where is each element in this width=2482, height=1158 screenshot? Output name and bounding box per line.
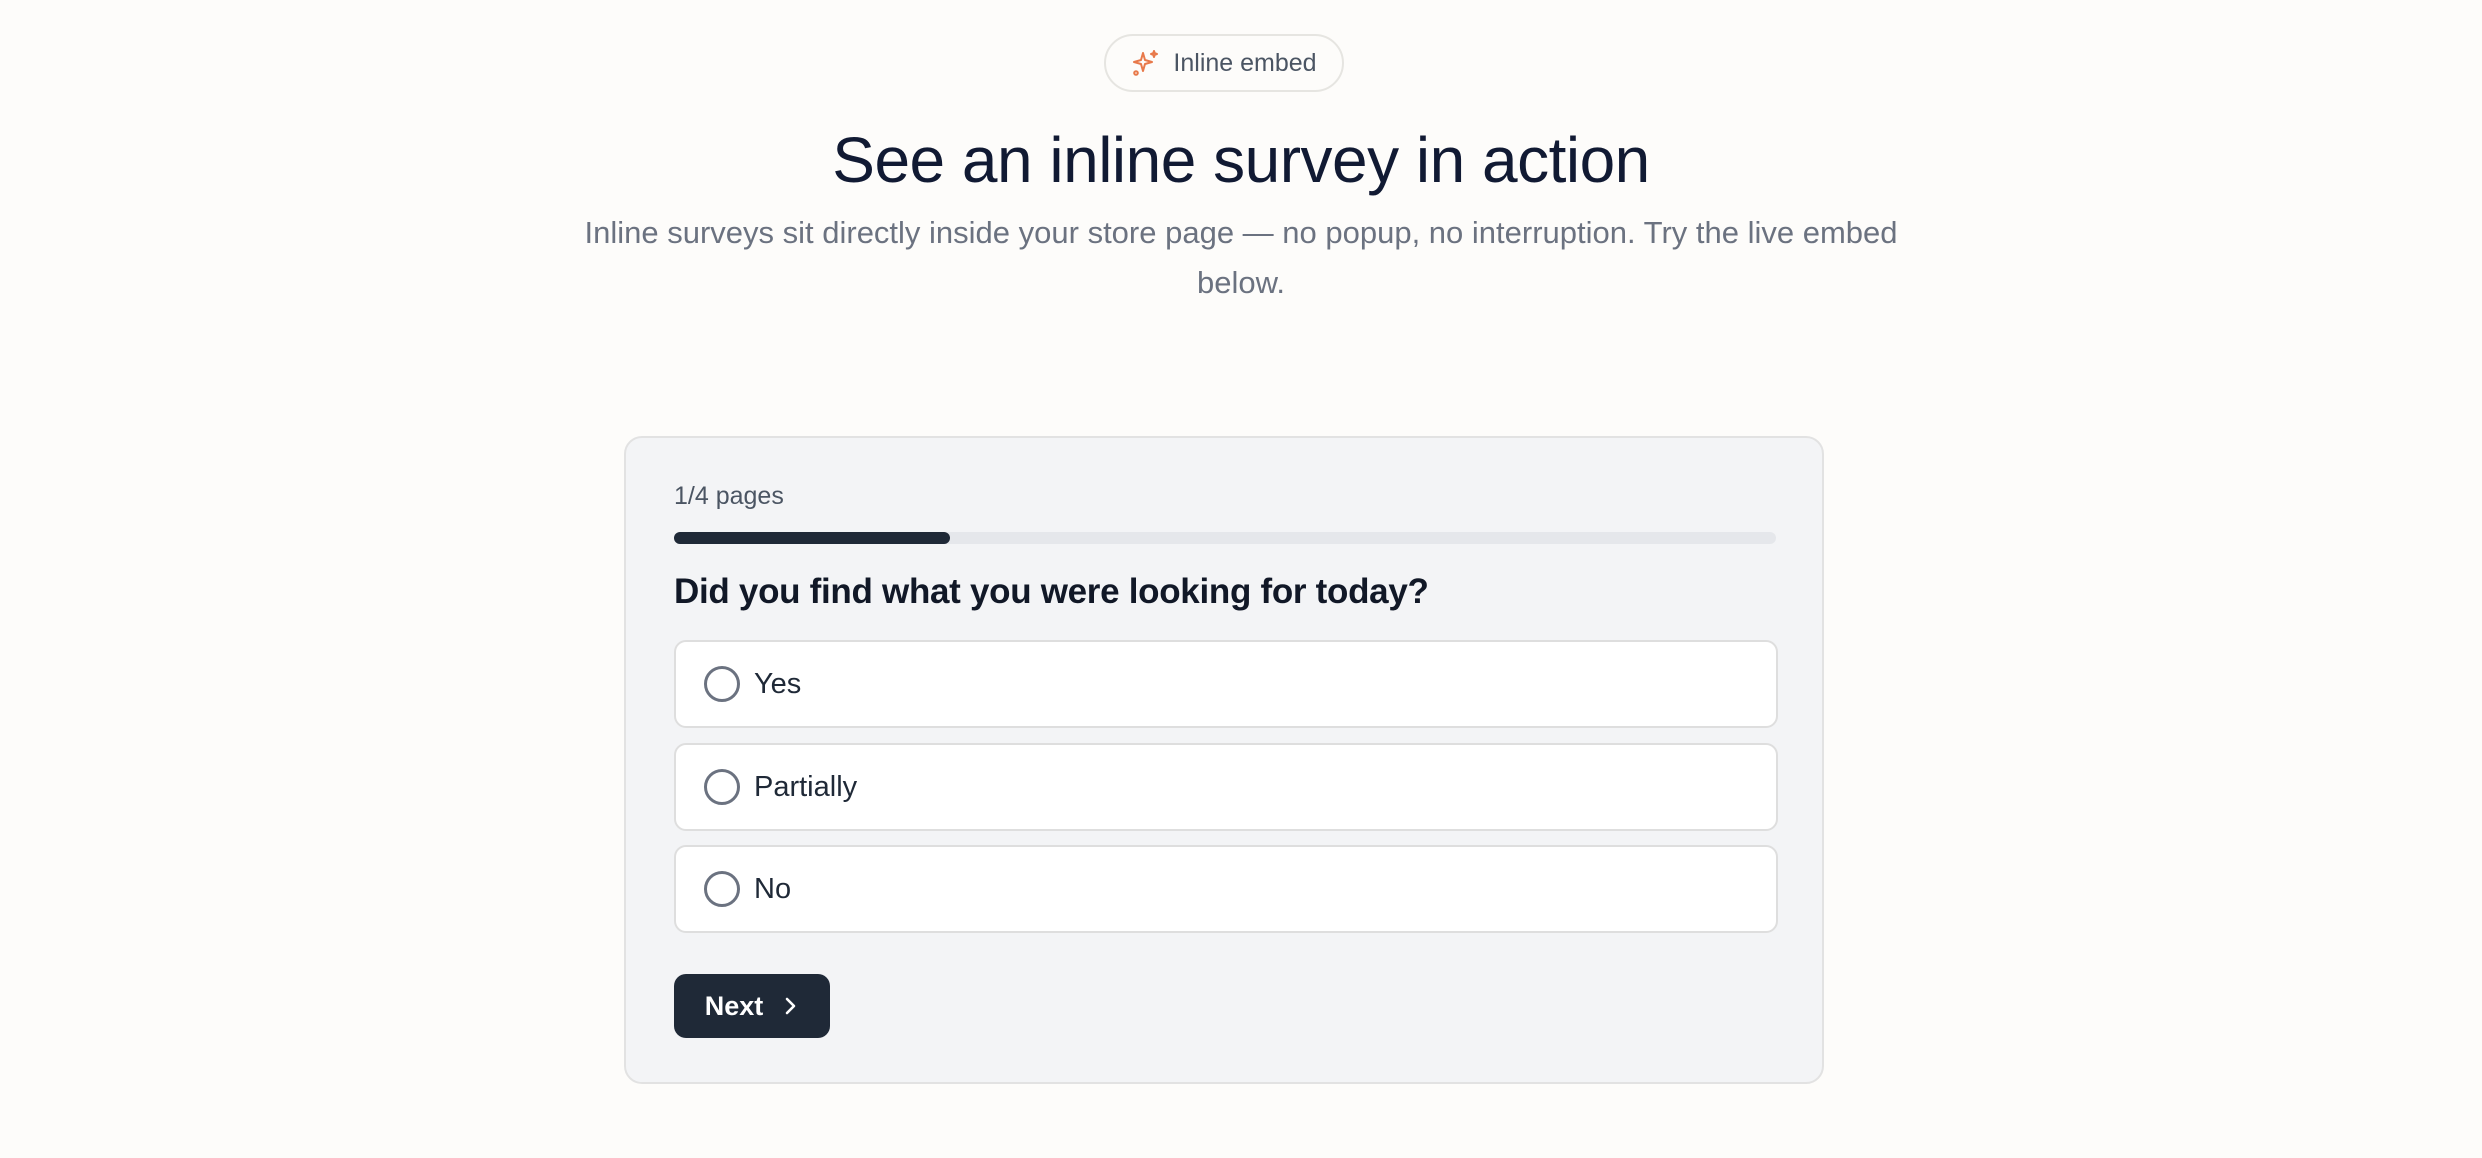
page-indicator: 1/4 pages [674,482,784,510]
next-button-label: Next [704,990,764,1021]
progress-fill [674,532,950,544]
option-yes[interactable]: Yes [674,640,1778,728]
badge-label: Inline embed [1173,48,1317,77]
radio-partially[interactable] [704,769,740,805]
option-label: Yes [754,667,802,700]
survey-question: Did you find what you were looking for t… [674,572,1429,611]
option-label: No [754,872,792,905]
survey-card: 1/4 pages Did you find what you were loo… [624,436,1824,1084]
page: Inline embed See an inline survey in act… [0,0,2482,1158]
next-button[interactable]: Next [674,974,830,1038]
option-label: Partially [754,770,858,803]
option-partially[interactable]: Partially [674,743,1778,831]
inline-embed-badge: Inline embed [1104,34,1344,92]
page-title: See an inline survey in action [832,124,1650,196]
page-subtitle: Inline surveys sit directly inside your … [584,215,1898,300]
option-no[interactable]: No [674,845,1778,933]
progress-bar [674,532,1776,544]
radio-no[interactable] [704,871,740,907]
radio-yes[interactable] [704,666,740,702]
chevron-right-icon [781,995,799,1017]
sparkle-icon [1131,48,1161,78]
